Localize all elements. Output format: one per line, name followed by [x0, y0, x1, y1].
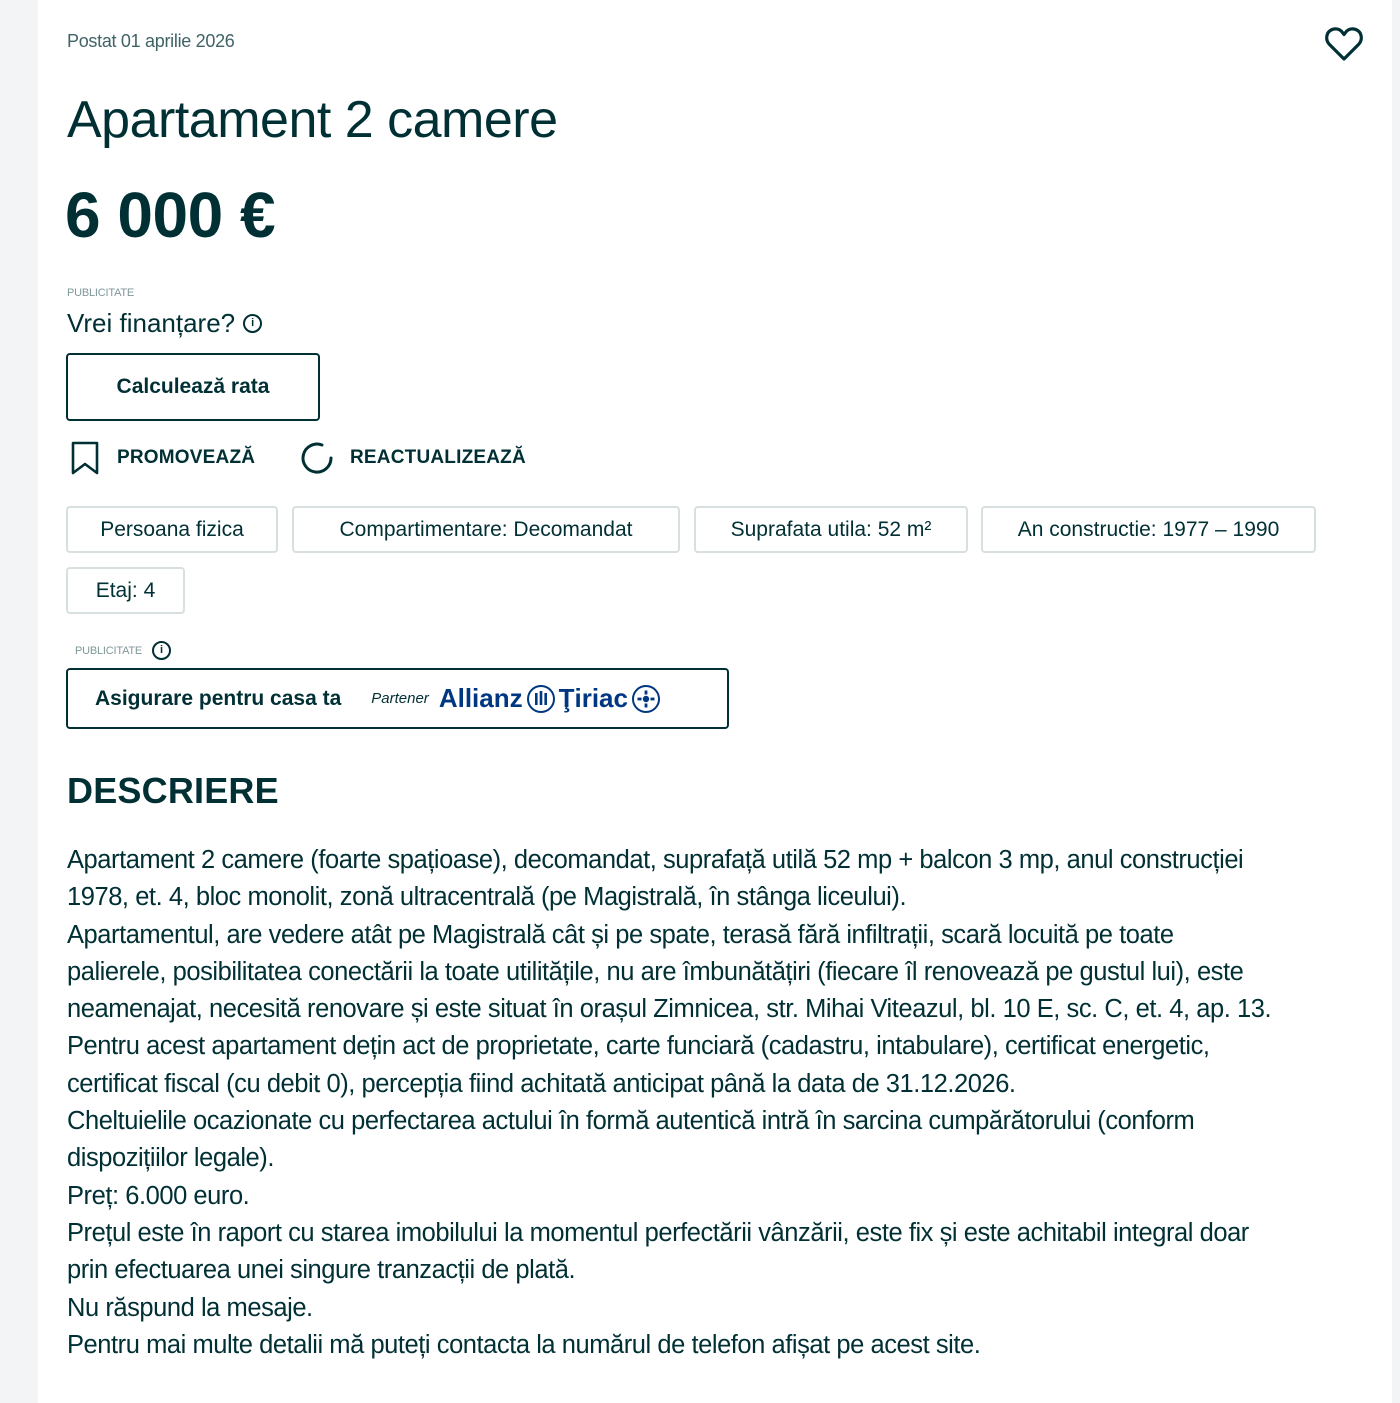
description-line: Nu răspund la mesaje.: [67, 1293, 313, 1322]
brand-name: Allianz: [438, 683, 523, 713]
description-line: 1978, et. 4, bloc monolit, zonă ultracen…: [67, 883, 907, 912]
tag-chip: Persoana fizica: [66, 506, 278, 553]
description-line: Apartament 2 camere (foarte spațioase), …: [67, 846, 1244, 874]
description-line: dispozițiilor legale).: [67, 1144, 274, 1173]
refresh-icon: [301, 442, 333, 474]
insurance-ad-label-row: PUBLICITATE i: [75, 641, 172, 660]
partner-label: Partener: [371, 690, 429, 707]
description-text: Apartament 2 camere (foarte spațioase), …: [67, 842, 1367, 1364]
listing-price: 6 000 €: [65, 179, 276, 251]
tiriac-emblem-icon: [631, 684, 660, 713]
tag-chip: An constructie: 1977 – 1990: [981, 506, 1316, 553]
financing-question: Vrei finanțare? i: [67, 308, 263, 339]
refresh-action[interactable]: REACTUALIZEAZĂ: [298, 440, 526, 476]
listing-card: Postat 01 aprilie 2026 Apartament 2 came…: [38, 0, 1392, 1403]
description-heading: DESCRIERE: [67, 770, 279, 811]
promote-action[interactable]: PROMOVEAZĂ: [69, 440, 255, 476]
description-line: certificat fiscal (cu debit 0), percepți…: [67, 1069, 1016, 1098]
description-line: Preț: 6.000 euro.: [67, 1181, 250, 1210]
description-line: Prețul este în raport cu starea imobilul…: [67, 1218, 1249, 1247]
financing-question-text: Vrei finanțare?: [67, 308, 236, 338]
favorite-button[interactable]: [1322, 22, 1366, 66]
bookmark-icon: [71, 441, 99, 475]
description-line: palierele, posibilitatea conectării la t…: [67, 957, 1244, 986]
ad-label: PUBLICITATE: [75, 644, 143, 657]
description-line: Apartamentul, are vedere atât pe Magistr…: [67, 920, 1174, 949]
brand-name-2: Ţiriac: [558, 683, 628, 713]
description-line: prin efectuarea unei singure tranzacții …: [67, 1256, 576, 1285]
allianz-logo: Allianz Ţiriac: [439, 683, 660, 714]
description-line: neamenajat, necesită renovare și este si…: [67, 995, 1272, 1024]
tag-chip: Compartimentare: Decomandat: [292, 506, 680, 553]
listing-title: Apartament 2 camere: [67, 91, 558, 149]
promote-label: PROMOVEAZĂ: [117, 447, 256, 468]
heart-icon: [1325, 27, 1363, 61]
tag-chip: Etaj: 4: [66, 567, 185, 614]
description-line: Pentru mai multe detalii mă puteți conta…: [67, 1330, 981, 1359]
calculate-rate-button[interactable]: Calculează rata: [66, 353, 320, 421]
info-icon[interactable]: i: [152, 641, 172, 660]
info-icon[interactable]: i: [243, 314, 263, 333]
insurance-label: Asigurare pentru casa ta: [95, 686, 342, 710]
insurance-banner[interactable]: Asigurare pentru casa ta Partener Allian…: [66, 668, 729, 729]
ad-label: PUBLICITATE: [67, 287, 135, 299]
allianz-eagle-icon: [526, 684, 555, 713]
posted-date: Postat 01 aprilie 2026: [67, 31, 235, 51]
tag-chip: Suprafata utila: 52 m²: [694, 506, 968, 553]
description-line: Cheltuielile ocazionate cu perfectarea a…: [67, 1107, 1195, 1136]
description-line: Pentru acest apartament dețin act de pro…: [67, 1032, 1210, 1061]
refresh-label: REACTUALIZEAZĂ: [350, 447, 526, 468]
